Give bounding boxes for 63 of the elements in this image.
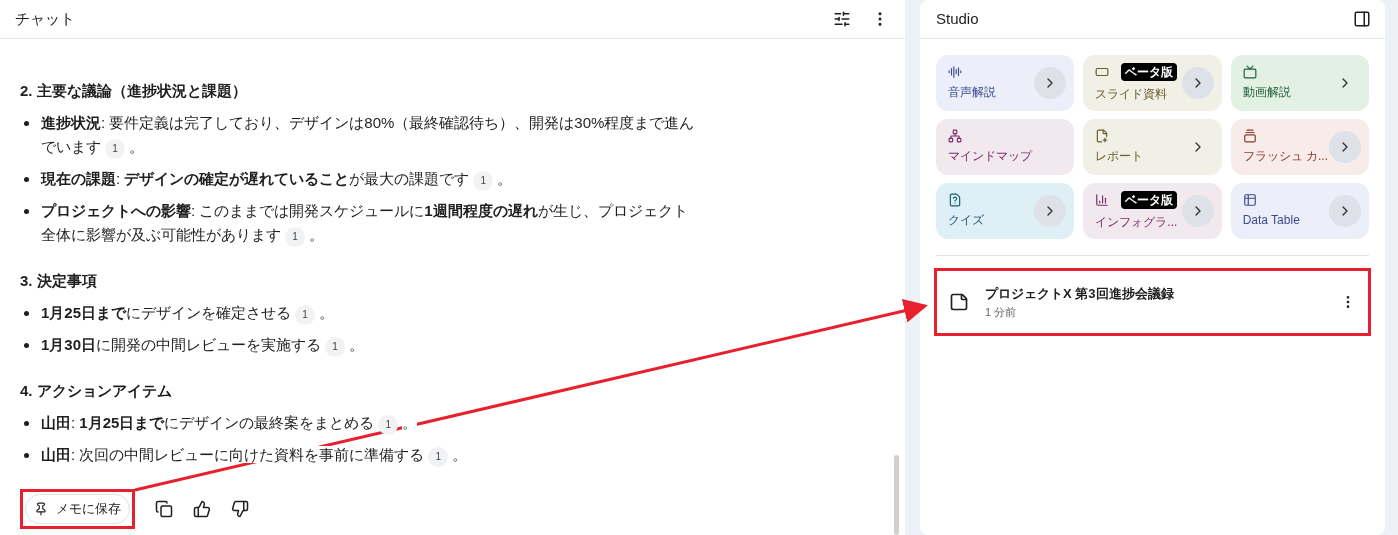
pin-icon xyxy=(34,501,48,516)
note-item[interactable]: プロジェクトX 第3回進捗会議録 1 分前 xyxy=(937,271,1368,333)
video-icon xyxy=(1242,65,1257,79)
tile-label: フラッシュ カ... xyxy=(1242,148,1328,165)
beta-badge: ベータ版 xyxy=(1121,191,1178,209)
studio-tile[interactable]: マインドマップ xyxy=(936,119,1075,175)
bullet-icon xyxy=(24,421,29,426)
citation-chip[interactable]: 1 xyxy=(285,227,305,247)
settings-icon[interactable] xyxy=(833,10,851,28)
beta-badge: ベータ版 xyxy=(1121,63,1178,81)
note-title: プロジェクトX 第3回進捗会議録 xyxy=(985,285,1175,303)
chevron-button[interactable] xyxy=(1034,67,1067,99)
section-heading: 3. 決定事項 xyxy=(20,271,98,291)
bullet-icon xyxy=(24,209,29,214)
bullet-icon xyxy=(24,121,29,126)
table-icon xyxy=(1242,193,1257,207)
cards-icon xyxy=(1242,129,1257,143)
citation-chip[interactable]: 1 xyxy=(295,305,316,325)
studio-tile[interactable]: ベータ版 スライド資料 xyxy=(1083,55,1222,111)
thumbs-down-icon[interactable] xyxy=(231,499,249,518)
panel-title: チャット xyxy=(15,8,75,29)
studio-tile[interactable]: ベータ版 インフォグラ... xyxy=(1083,183,1222,239)
studio-tile[interactable]: クイズ xyxy=(936,183,1075,239)
panel-toggle-icon[interactable] xyxy=(1353,10,1371,28)
audio-wave-icon xyxy=(948,65,962,79)
bullet-icon xyxy=(24,343,29,348)
quiz-icon xyxy=(948,193,962,207)
copy-icon[interactable] xyxy=(155,499,173,518)
bullet-icon xyxy=(24,177,29,182)
panel-title: Studio xyxy=(936,8,979,29)
tile-label: 音声解説 xyxy=(948,84,996,101)
citation-chip[interactable]: 1 xyxy=(473,171,494,191)
slide-icon xyxy=(1095,65,1110,79)
chevron-button[interactable] xyxy=(1329,195,1361,227)
tile-label: スライド資料 xyxy=(1095,86,1169,103)
section-heading: 4. アクションアイテム xyxy=(20,381,173,401)
tile-label: クイズ xyxy=(948,212,984,229)
studio-tile[interactable]: Data Table xyxy=(1230,183,1369,239)
note-icon xyxy=(949,292,969,312)
document-plus-icon xyxy=(1095,129,1110,143)
citation-chip[interactable]: 1 xyxy=(428,447,449,467)
bullet-icon xyxy=(24,453,29,458)
studio-tile[interactable]: フラッシュ カ... xyxy=(1230,119,1369,175)
chevron-button[interactable] xyxy=(1329,131,1361,163)
studio-tile[interactable]: 動画解説 xyxy=(1230,55,1369,111)
tile-label: 動画解説 xyxy=(1242,84,1291,101)
chevron-button[interactable] xyxy=(1181,67,1214,99)
section-heading: 2. 主要な議論（進捗状況と課題） xyxy=(20,81,248,101)
tile-label: マインドマップ xyxy=(948,148,1032,165)
bullet-icon xyxy=(24,311,29,316)
scrollbar-thumb[interactable] xyxy=(894,455,899,535)
citation-chip[interactable]: 1 xyxy=(105,139,125,159)
studio-tile[interactable]: 音声解説 xyxy=(936,55,1075,111)
studio-tile[interactable]: レポート xyxy=(1083,119,1222,175)
tile-label: レポート xyxy=(1095,148,1144,165)
bar-chart-icon xyxy=(1095,193,1110,207)
thumbs-up-icon[interactable] xyxy=(193,499,211,518)
mindmap-icon xyxy=(948,129,962,143)
citation-chip[interactable]: 1 xyxy=(325,337,346,357)
note-time: 1 分前 xyxy=(985,304,1018,320)
tile-label: Data Table xyxy=(1242,212,1300,229)
tile-label: インフォグラ... xyxy=(1095,214,1178,231)
citation-chip[interactable]: 1 xyxy=(378,415,399,435)
